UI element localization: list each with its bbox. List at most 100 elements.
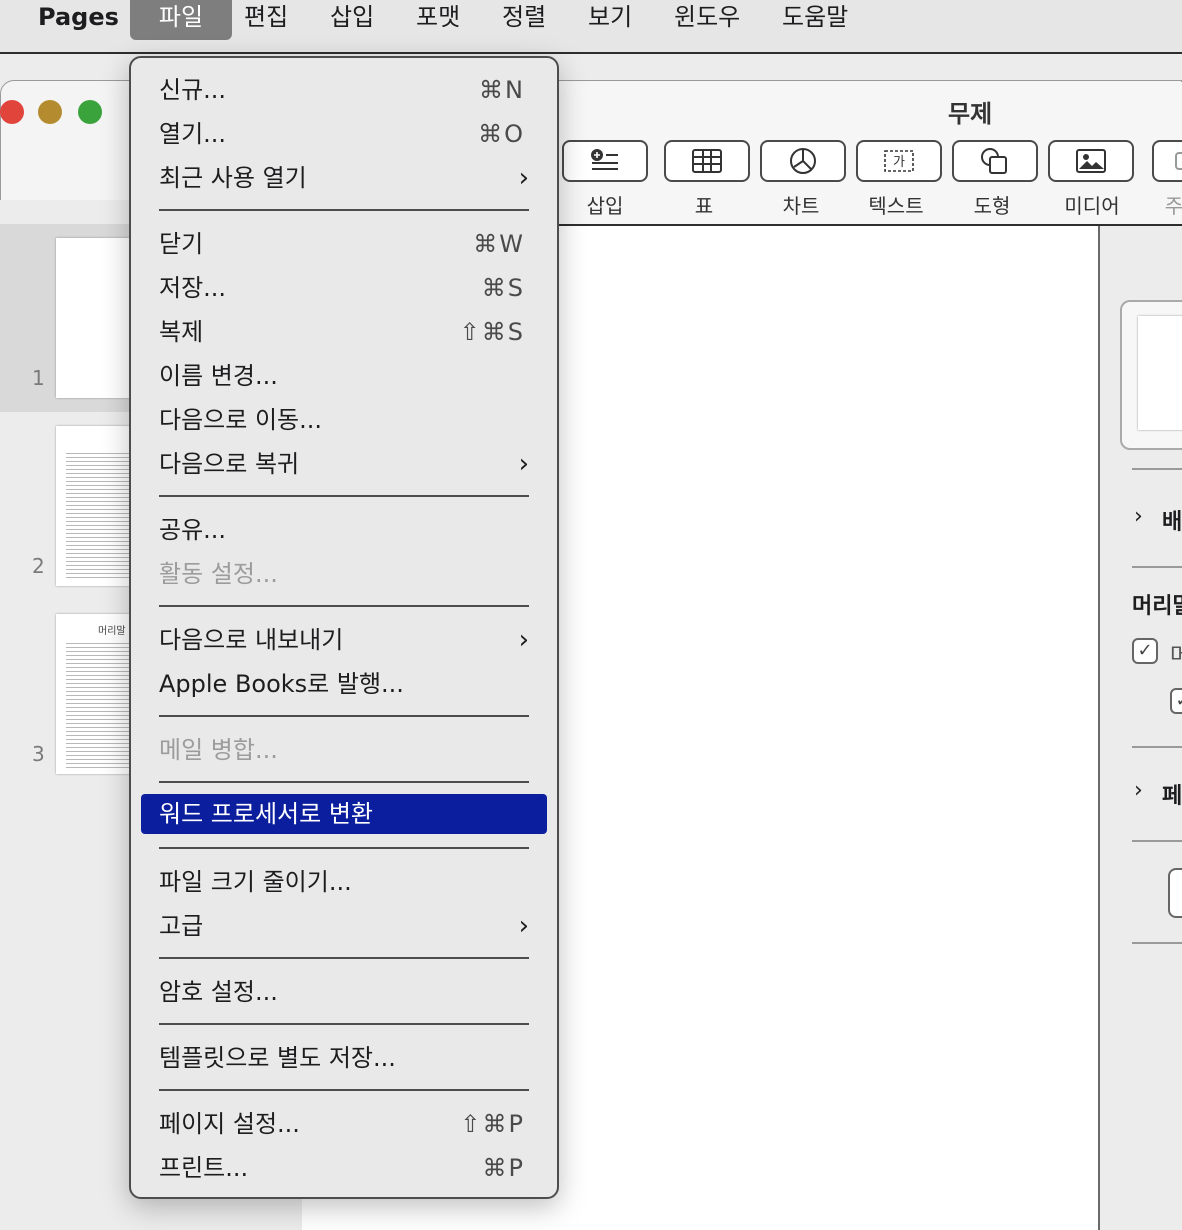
menu-item-label: 암호 설정...	[159, 978, 278, 1006]
shape-icon	[981, 148, 1007, 174]
menu-bar: Pages 파일 편집 삽입 포맷 정렬 보기 윈도우 도움말	[0, 0, 1182, 54]
chart-button[interactable]	[760, 140, 846, 182]
text-button[interactable]: 가	[856, 140, 942, 182]
menu-edit[interactable]: 편집	[230, 0, 302, 40]
shape-button[interactable]	[952, 140, 1038, 182]
insert-button[interactable]	[562, 140, 648, 182]
menu-item-label: 다음으로 내보내기	[159, 626, 344, 654]
page-number-1: 1	[32, 366, 45, 390]
minimize-window-button[interactable]	[38, 100, 62, 124]
zoom-window-button[interactable]	[78, 100, 102, 124]
file-menu-dropdown: 신규... ⌘N 열기... ⌘O 최근 사용 열기 › 닫기 ⌘W 저장... ⌘S 복…	[129, 56, 559, 1199]
menu-item-export-to[interactable]: 다음으로 내보내기 ›	[141, 620, 547, 660]
shortcut-label: ⇧⌘P	[460, 1110, 525, 1138]
thumbnail-header-text: 머리말	[98, 626, 126, 637]
header-checkbox[interactable]: ✓	[1132, 638, 1158, 664]
menu-separator	[159, 605, 529, 607]
table-label: 표	[694, 194, 714, 218]
menu-item-set-password[interactable]: 암호 설정...	[141, 972, 547, 1012]
menu-window[interactable]: 윈도우	[660, 0, 754, 40]
menu-item-label: 다음으로 이동...	[159, 406, 322, 434]
page-number-2: 2	[32, 554, 45, 578]
chart-icon	[790, 148, 816, 174]
menu-item-share[interactable]: 공유...	[141, 510, 547, 550]
menu-item-label: 워드 프로세서로 변환	[159, 800, 373, 828]
menu-item-reduce-file-size[interactable]: 파일 크기 줄이기...	[141, 862, 547, 902]
menu-item-label: 저장...	[159, 274, 227, 302]
insert-label: 삽입	[586, 194, 624, 218]
menu-format[interactable]: 포맷	[402, 0, 474, 40]
media-button[interactable]	[1048, 140, 1134, 182]
menu-view[interactable]: 보기	[574, 0, 646, 40]
menu-item-new[interactable]: 신규... ⌘N	[141, 70, 547, 110]
menu-item-open[interactable]: 열기... ⌘O	[141, 114, 547, 154]
page-preview	[1138, 316, 1182, 430]
table-icon	[692, 149, 722, 173]
menu-item-label: 다음으로 복귀	[159, 450, 300, 478]
chevron-right-icon[interactable]: ›	[1134, 504, 1143, 529]
inspector-divider	[1132, 840, 1182, 842]
textbox-icon: 가	[884, 150, 914, 172]
menu-separator	[159, 1089, 529, 1091]
header-checkbox-label: 머	[1170, 644, 1182, 669]
svg-text:가: 가	[893, 155, 905, 170]
menu-item-publish-apple-books[interactable]: Apple Books로 발행...	[141, 664, 547, 704]
menu-item-activity-settings: 활동 설정...	[141, 554, 547, 594]
shortcut-label: ⌘P	[482, 1154, 525, 1182]
menu-item-label: 활동 설정...	[159, 560, 278, 588]
chevron-right-icon[interactable]: ›	[1134, 778, 1143, 803]
menu-separator	[159, 495, 529, 497]
menu-help[interactable]: 도움말	[768, 0, 862, 40]
menu-item-rename[interactable]: 이름 변경...	[141, 356, 547, 396]
chevron-right-icon: ›	[518, 449, 529, 479]
close-window-button[interactable]	[0, 100, 24, 124]
inspector-divider	[1132, 942, 1182, 944]
menu-item-label: 닫기	[159, 230, 204, 258]
menu-separator	[159, 781, 529, 783]
inspector-divider	[1132, 746, 1182, 748]
inspector-section-background[interactable]: 배	[1162, 504, 1182, 536]
chevron-right-icon: ›	[518, 625, 529, 655]
shape-label: 도형	[973, 194, 1011, 218]
menu-arrange[interactable]: 정렬	[488, 0, 560, 40]
shortcut-label: ⌘O	[478, 120, 525, 148]
text-label: 텍스트	[868, 194, 924, 218]
menu-item-label: 신규...	[159, 76, 227, 104]
comment-label: 주	[1164, 194, 1182, 218]
insert-list-icon	[591, 149, 618, 170]
menu-item-open-recent[interactable]: 최근 사용 열기 ›	[141, 158, 547, 198]
menu-item-save[interactable]: 저장... ⌘S	[141, 268, 547, 308]
shortcut-label: ⌘W	[473, 230, 525, 258]
menu-item-advanced[interactable]: 고급 ›	[141, 906, 547, 946]
table-button[interactable]	[664, 140, 750, 182]
chart-label: 차트	[782, 194, 820, 218]
inspector-section-page[interactable]: 페	[1162, 778, 1182, 810]
menu-item-label: 파일 크기 줄이기...	[159, 868, 352, 896]
menu-insert[interactable]: 삽입	[316, 0, 388, 40]
page-number-3: 3	[32, 742, 45, 766]
inspector-button[interactable]	[1168, 868, 1182, 918]
menu-item-label: 이름 변경...	[159, 362, 278, 390]
menu-item-move-to[interactable]: 다음으로 이동...	[141, 400, 547, 440]
menu-item-convert-word-processor[interactable]: 워드 프로세서로 변환	[141, 794, 547, 834]
menu-file[interactable]: 파일	[130, 0, 232, 40]
menu-item-label: 공유...	[159, 516, 227, 544]
menu-item-revert-to[interactable]: 다음으로 복귀 ›	[141, 444, 547, 484]
menu-item-print[interactable]: 프린트... ⌘P	[141, 1148, 547, 1188]
menu-item-page-setup[interactable]: 페이지 설정... ⇧⌘P	[141, 1104, 547, 1144]
menu-item-label: Apple Books로 발행...	[159, 670, 404, 698]
menu-item-label: 복제	[159, 318, 204, 346]
menu-item-save-as-template[interactable]: 템플릿으로 별도 저장...	[141, 1038, 547, 1078]
chevron-right-icon: ›	[518, 163, 529, 193]
menu-item-close[interactable]: 닫기 ⌘W	[141, 224, 547, 264]
menu-item-label: 최근 사용 열기	[159, 164, 307, 192]
menu-item-label: 템플릿으로 별도 저장...	[159, 1044, 396, 1072]
menu-app-pages[interactable]: Pages	[24, 0, 133, 40]
comment-button[interactable]	[1152, 140, 1182, 182]
sub-checkbox[interactable]: ✓	[1170, 688, 1182, 714]
menu-item-duplicate[interactable]: 복제 ⇧⌘S	[141, 312, 547, 352]
shortcut-label: ⇧⌘S	[459, 318, 525, 346]
inspector-divider	[1132, 566, 1182, 568]
menu-separator	[159, 847, 529, 849]
menu-item-label: 프린트...	[159, 1154, 249, 1182]
